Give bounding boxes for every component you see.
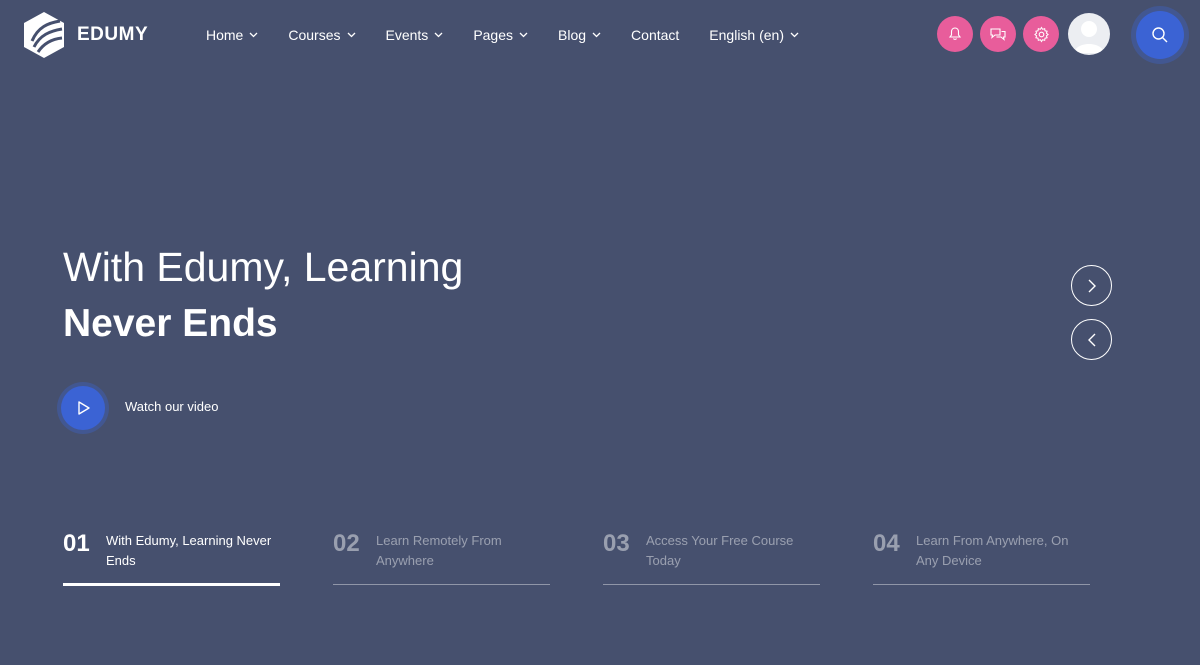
user-avatar[interactable] [1068,13,1110,55]
hero-subtitle: Never Ends [63,302,278,345]
logo-icon [24,12,64,58]
chat-icon [990,28,1006,41]
bell-icon [948,27,962,40]
nav-item-label: Contact [631,27,680,43]
site-header: EDUMY Home Courses Events Pages Blog Con… [0,0,1200,72]
slide-tab-2[interactable]: 02 Learn Remotely From Anywhere [333,528,550,586]
user-avatar-icon [1074,21,1104,53]
chevron-down-icon [790,32,799,38]
language-selector[interactable]: English (en) [709,24,799,46]
nav-item-label: Courses [288,27,341,43]
settings-button[interactable] [1023,16,1059,52]
slide-progress-bar [873,584,1090,585]
slide-number: 01 [63,530,90,557]
chevron-right-icon [1088,279,1096,292]
main-nav: Home Courses Events Pages Blog Contact E… [206,24,829,46]
play-icon [78,401,90,415]
nav-item-label: Blog [558,27,587,43]
gear-icon [1033,26,1049,42]
nav-item-label: Events [385,27,429,43]
chevron-down-icon [347,32,355,38]
slide-caption: Learn From Anywhere, On Any Device [916,533,1069,568]
chevron-down-icon [519,32,528,38]
brand-logo[interactable]: EDUMY [22,11,148,59]
hero-title: With Edumy, Learning [63,244,464,290]
slider-prev-button[interactable] [1071,319,1112,360]
language-label: English (en) [709,27,784,43]
nav-item-label: Pages [473,27,514,43]
nav-item-label: Home [206,27,244,43]
brand-name: EDUMY [77,24,149,45]
search-icon [1152,27,1168,43]
play-video-button[interactable] [61,386,105,430]
header-actions [937,16,1066,52]
nav-item-home[interactable]: Home [206,24,258,46]
notifications-button[interactable] [937,16,973,52]
slide-caption: Access Your Free Course Today [646,533,794,568]
slide-caption: Learn Remotely From Anywhere [376,533,502,568]
slide-progress-bar [603,584,820,585]
chevron-down-icon [592,32,601,38]
chevron-down-icon [249,32,258,38]
slide-tab-3[interactable]: 03 Access Your Free Course Today [603,528,820,586]
slide-tab-1[interactable]: 01 With Edumy, Learning Never Ends [63,528,280,586]
slide-progress-bar [63,583,280,586]
slide-number: 03 [603,530,630,557]
nav-item-courses[interactable]: Courses [288,24,355,46]
slide-progress-bar [333,584,550,585]
nav-item-pages[interactable]: Pages [473,24,528,46]
slider-next-button[interactable] [1071,265,1112,306]
nav-item-events[interactable]: Events [386,24,444,46]
chevron-down-icon [434,32,443,38]
slide-number: 04 [873,530,900,557]
messages-button[interactable] [980,16,1016,52]
slide-caption: With Edumy, Learning Never Ends [106,533,272,568]
chevron-left-icon [1087,333,1095,346]
slide-number: 02 [333,530,360,557]
watch-video-link[interactable]: Watch our video [125,399,218,414]
nav-item-blog[interactable]: Blog [558,24,601,46]
nav-item-contact[interactable]: Contact [631,24,679,46]
search-button[interactable] [1136,11,1184,59]
slide-tab-4[interactable]: 04 Learn From Anywhere, On Any Device [873,528,1090,586]
